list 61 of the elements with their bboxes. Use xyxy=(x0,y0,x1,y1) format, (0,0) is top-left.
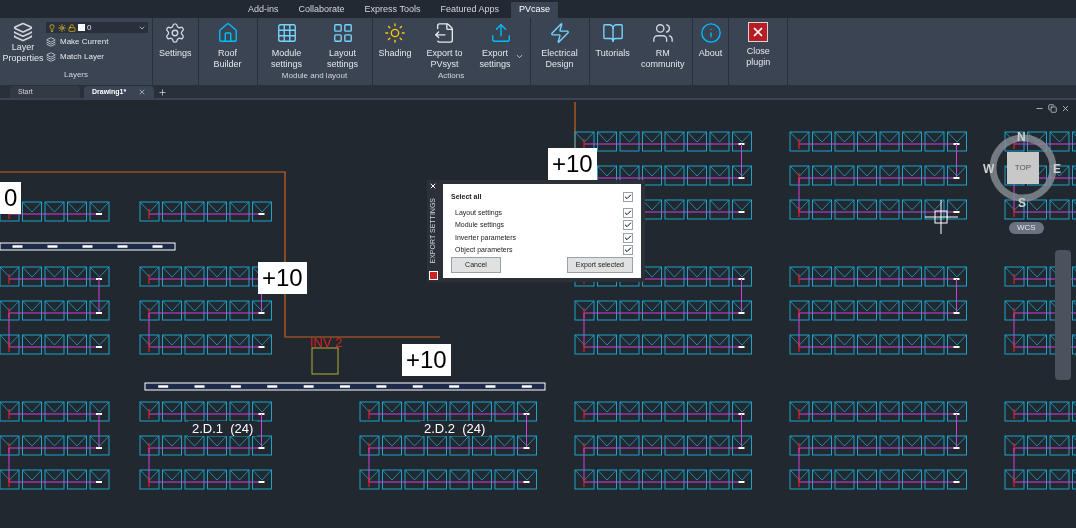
book-icon xyxy=(601,22,624,44)
layers-icon xyxy=(46,52,56,62)
ribbon-button[interactable]: Layout settings xyxy=(315,18,370,70)
count-label: +10 xyxy=(402,344,451,376)
checkbox[interactable] xyxy=(623,192,633,203)
count-label: +10 xyxy=(258,262,307,294)
ribbon-button[interactable]: Tutorials xyxy=(591,18,634,85)
ribbon-button[interactable]: Export to PVsyst xyxy=(417,18,472,70)
ribbon-tab[interactable]: Featured Apps xyxy=(432,2,507,18)
checkbox[interactable] xyxy=(623,232,633,243)
sun-icon xyxy=(384,22,407,44)
ribbon-button[interactable]: About xyxy=(694,18,727,85)
house-icon xyxy=(216,22,239,44)
wcs-button[interactable]: WCS xyxy=(1009,222,1044,234)
ribbon-tab[interactable]: Add-ins xyxy=(240,2,287,18)
checkbox[interactable] xyxy=(623,245,633,256)
ribbon-button[interactable]: RM community xyxy=(635,18,690,85)
ribbon-button[interactable]: Export settings xyxy=(473,18,528,70)
ribbon-button[interactable]: Electrical Design xyxy=(532,18,587,85)
panel-title: Layers xyxy=(63,69,89,81)
count-label: +10 xyxy=(548,148,597,180)
info-icon xyxy=(699,22,722,44)
inverter-label: INV 2 xyxy=(310,334,343,352)
close-icon xyxy=(748,22,769,42)
string-label: 2.D.2 (24) xyxy=(420,421,490,436)
checkbox[interactable] xyxy=(623,207,633,218)
color-swatch-icon xyxy=(78,24,85,31)
ribbon-button[interactable]: Module settings xyxy=(259,18,314,70)
ribbon-tab[interactable]: Collaborate xyxy=(290,2,353,18)
layer-properties-button[interactable]: Layer Properties xyxy=(4,22,42,69)
close-icon[interactable] xyxy=(1061,104,1070,113)
checkbox[interactable] xyxy=(623,220,633,231)
compass-south[interactable]: S xyxy=(1018,194,1026,212)
panel-title: Module and layout xyxy=(280,70,349,82)
file-export-icon xyxy=(433,22,456,44)
layers-icon xyxy=(46,37,56,47)
compass-west[interactable]: W xyxy=(983,160,995,178)
new-tab-icon[interactable] xyxy=(158,88,167,97)
restore-icon[interactable] xyxy=(1048,104,1057,113)
upload-icon xyxy=(489,22,512,44)
count-label: 0 xyxy=(0,182,22,214)
ribbon-button[interactable]: Roof Builder xyxy=(200,18,255,85)
ribbon-button[interactable]: Close plugin xyxy=(731,18,786,85)
sun-icon xyxy=(58,23,66,32)
grid-icon xyxy=(331,22,354,44)
string-label: 2.D.1 (24) xyxy=(188,421,258,436)
ribbon-button[interactable]: Shading xyxy=(374,18,416,70)
layer-dropdown[interactable]: 0 xyxy=(46,22,148,33)
lock-icon xyxy=(68,23,76,32)
lightbulb-icon xyxy=(48,23,56,32)
ribbon-tab[interactable]: PVcase xyxy=(510,2,558,18)
people-icon xyxy=(651,22,674,44)
electrical-icon xyxy=(548,22,571,44)
ribbon-button[interactable]: Settings xyxy=(155,18,196,85)
ribbon-tab[interactable]: Express Tools xyxy=(356,2,429,18)
gear-icon xyxy=(164,22,187,44)
viewcube-top[interactable]: TOP xyxy=(1007,152,1039,184)
layer-action-button[interactable]: Make Current xyxy=(46,36,148,48)
panel-title: Actions xyxy=(436,70,466,82)
layer-action-button[interactable]: Match Layer xyxy=(46,51,148,63)
layers-icon xyxy=(13,22,33,42)
